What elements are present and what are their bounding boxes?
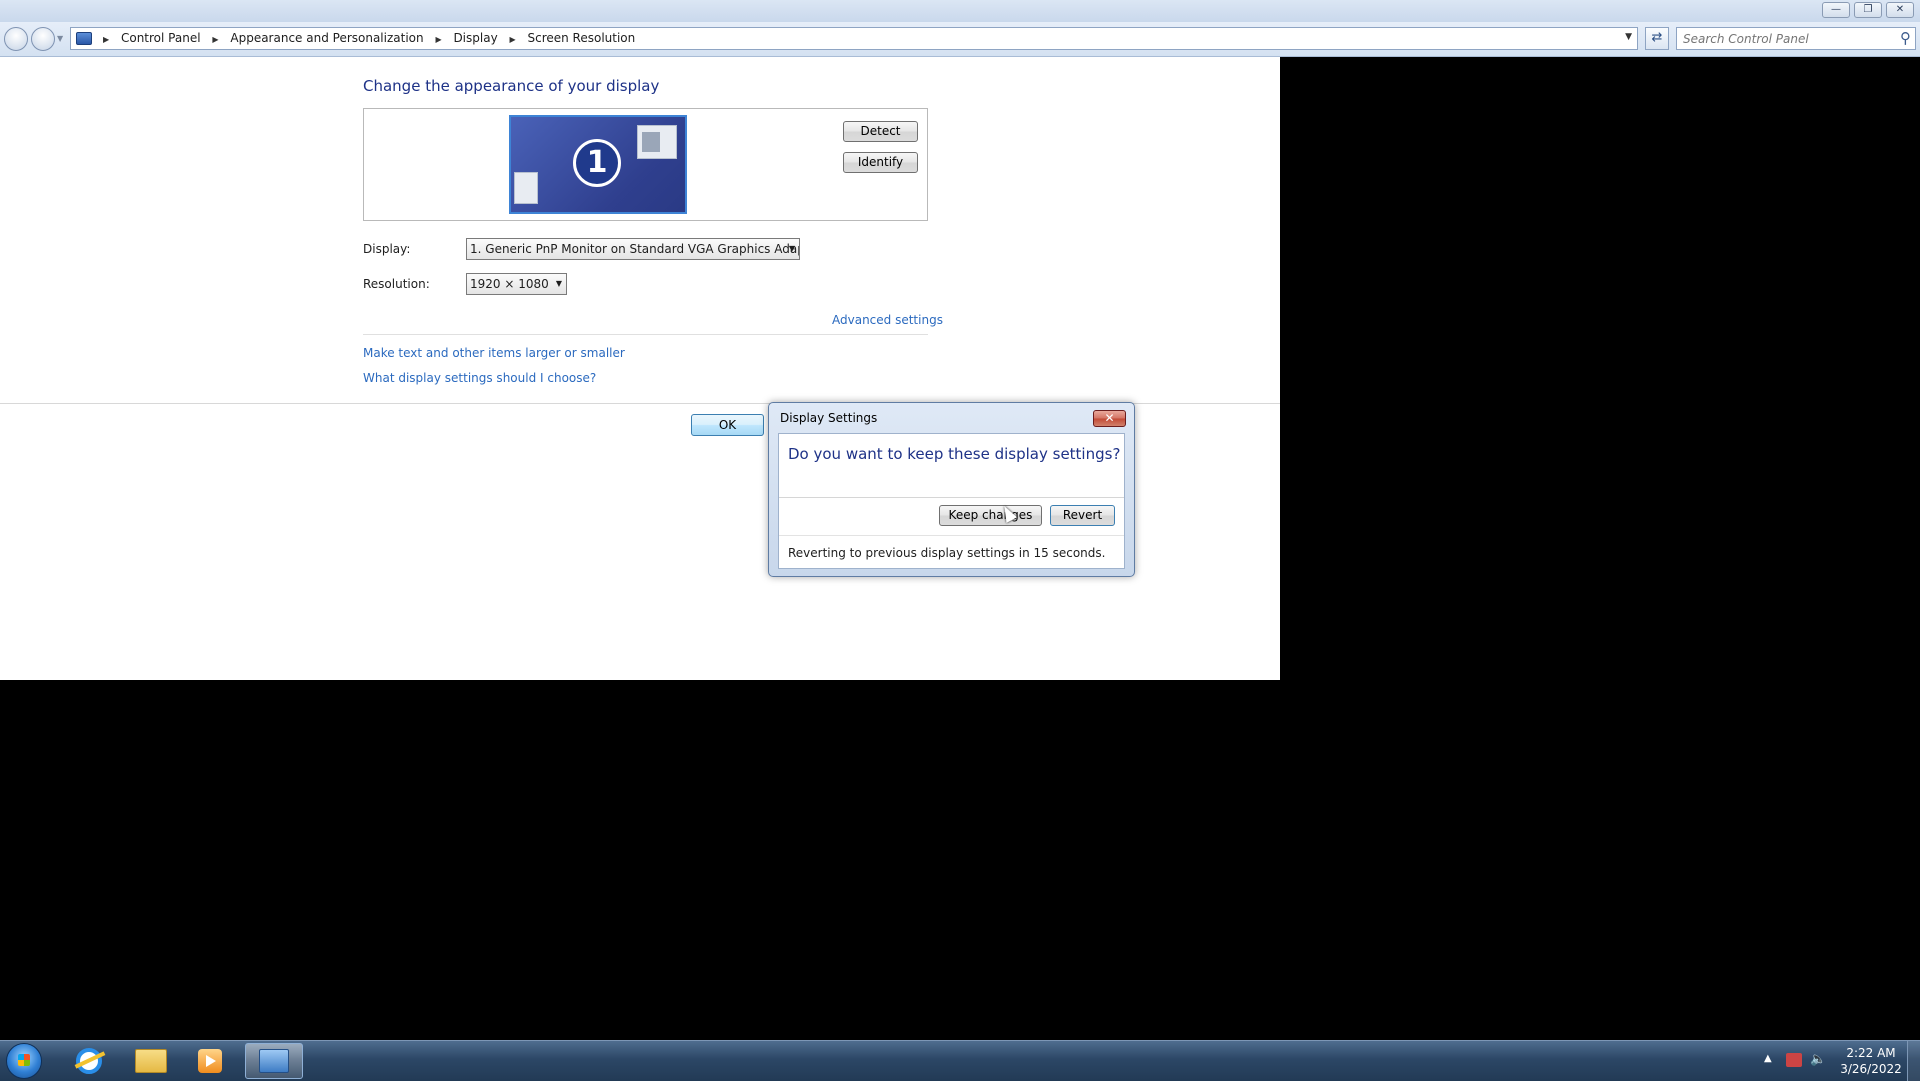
breadcrumb-appearance[interactable]: Appearance and Personalization	[230, 31, 423, 45]
refresh-icon: ⇄	[1651, 30, 1663, 45]
folder-icon	[135, 1049, 167, 1073]
control-panel-window: — ❐ ✕ ▼ ▶ Control Panel ▶ Appearance and…	[0, 0, 1920, 57]
taskbar-windows-explorer[interactable]	[122, 1043, 180, 1079]
breadcrumb-screen-resolution[interactable]: Screen Resolution	[527, 31, 635, 45]
control-panel-icon	[259, 1049, 289, 1073]
navigation-bar: ▼ ▶ Control Panel ▶ Appearance and Perso…	[0, 22, 1920, 57]
refresh-button[interactable]: ⇄	[1645, 27, 1669, 50]
close-window-button[interactable]: ✕	[1886, 2, 1914, 18]
close-icon: ✕	[1104, 411, 1115, 425]
monitor-preview-window	[637, 125, 677, 159]
resolution-select-value: 1920 × 1080	[470, 277, 549, 291]
monitor-arrangement-panel: 1 Detect Identify	[363, 108, 928, 221]
start-button[interactable]	[6, 1043, 42, 1079]
action-center-flag-icon[interactable]	[1786, 1053, 1802, 1067]
detect-button[interactable]: Detect	[843, 121, 918, 142]
resolution-select[interactable]: 1920 × 1080 ▼	[466, 273, 567, 295]
divider	[779, 497, 1124, 498]
clock-time: 2:22 AM	[1846, 1046, 1896, 1060]
internet-explorer-icon	[76, 1048, 102, 1074]
minimize-button[interactable]: —	[1822, 2, 1850, 18]
divider	[363, 334, 928, 335]
search-box: ⚲	[1676, 27, 1916, 50]
monitor-preview-window	[514, 172, 538, 204]
dialog-close-button[interactable]: ✕	[1093, 410, 1126, 427]
screen-resolution-page: Change the appearance of your display 1 …	[0, 57, 1280, 680]
breadcrumb-control-panel[interactable]: Control Panel	[121, 31, 201, 45]
revert-countdown-text: Reverting to previous display settings i…	[788, 546, 1106, 560]
display-help-link[interactable]: What display settings should I choose?	[363, 371, 596, 385]
search-input[interactable]	[1681, 30, 1890, 48]
recent-pages-dropdown-icon[interactable]: ▼	[57, 34, 63, 43]
media-player-icon	[198, 1049, 222, 1073]
divider	[779, 535, 1124, 536]
restore-button[interactable]: ❐	[1854, 2, 1882, 18]
dialog-body: Do you want to keep these display settin…	[778, 433, 1125, 569]
taskbar-control-panel[interactable]	[245, 1043, 303, 1079]
window-titlebar: — ❐ ✕	[0, 0, 1920, 22]
chevron-down-icon: ▼	[788, 244, 796, 253]
dialog-title: Display Settings	[780, 411, 878, 425]
advanced-settings-link[interactable]: Advanced settings	[832, 313, 943, 327]
back-button[interactable]	[4, 27, 28, 51]
taskbar-media-player[interactable]	[181, 1043, 239, 1079]
show-desktop-button[interactable]	[1907, 1041, 1920, 1081]
breadcrumb-separator-icon[interactable]: ▶	[435, 35, 441, 44]
page-title: Change the appearance of your display	[363, 77, 660, 95]
display-label: Display:	[363, 242, 411, 256]
breadcrumb-separator-icon[interactable]: ▶	[103, 35, 109, 44]
monitor-1-tile[interactable]: 1	[509, 115, 687, 214]
taskbar: ▲ 🔈 2:22 AM 3/26/2022	[0, 1040, 1920, 1081]
search-icon[interactable]: ⚲	[1900, 29, 1911, 47]
breadcrumb-separator-icon[interactable]: ▶	[510, 35, 516, 44]
system-clock[interactable]: 2:22 AM 3/26/2022	[1838, 1045, 1904, 1077]
display-select-value: 1. Generic PnP Monitor on Standard VGA G…	[470, 242, 800, 256]
forward-button[interactable]	[31, 27, 55, 51]
monitor-number-badge: 1	[573, 139, 621, 187]
breadcrumb-display[interactable]: Display	[453, 31, 497, 45]
control-panel-icon	[76, 32, 92, 45]
revert-button[interactable]: Revert	[1050, 505, 1115, 526]
breadcrumb: ▶ Control Panel ▶ Appearance and Persona…	[99, 31, 639, 47]
address-dropdown-icon[interactable]: ▼	[1625, 32, 1632, 42]
breadcrumb-separator-icon[interactable]: ▶	[212, 35, 218, 44]
identify-button[interactable]: Identify	[843, 152, 918, 173]
clock-date: 3/26/2022	[1840, 1062, 1902, 1076]
taskbar-internet-explorer[interactable]	[60, 1043, 118, 1079]
text-size-link[interactable]: Make text and other items larger or smal…	[363, 346, 625, 360]
resolution-label: Resolution:	[363, 277, 430, 291]
volume-muted-icon[interactable]: 🔈	[1810, 1053, 1826, 1067]
chevron-down-icon: ▼	[555, 279, 563, 288]
display-select[interactable]: 1. Generic PnP Monitor on Standard VGA G…	[466, 238, 800, 260]
dialog-question: Do you want to keep these display settin…	[788, 445, 1121, 463]
show-hidden-icons-icon[interactable]: ▲	[1764, 1053, 1772, 1064]
address-bar[interactable]: ▶ Control Panel ▶ Appearance and Persona…	[70, 27, 1638, 50]
keep-changes-button[interactable]: Keep changes	[939, 505, 1042, 526]
display-settings-dialog: Display Settings ✕ Do you want to keep t…	[768, 402, 1135, 577]
ok-button[interactable]: OK	[691, 414, 764, 436]
